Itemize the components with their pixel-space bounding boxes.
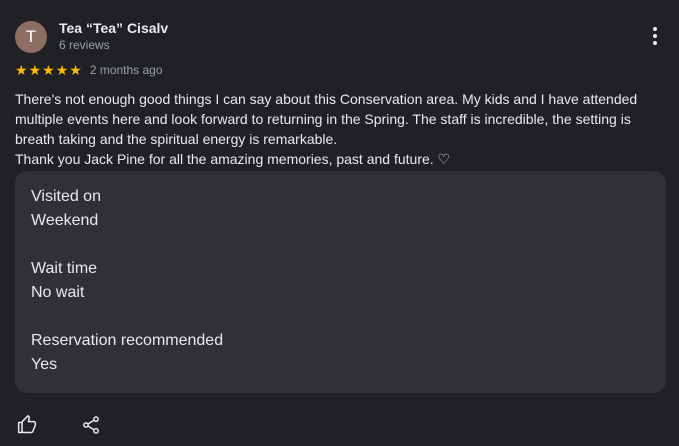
more-vert-icon: [653, 27, 657, 31]
review-card: T Tea “Tea” Cisalv 6 reviews ★ ★ ★ ★ ★ 2 mon…: [0, 0, 679, 446]
detail-reservation: Reservation recommended Yes: [31, 329, 650, 377]
review-header: T Tea “Tea” Cisalv 6 reviews: [15, 20, 168, 53]
star-icon: ★: [69, 62, 82, 78]
star-icon: ★: [28, 62, 42, 78]
rating-row: ★ ★ ★ ★ ★ 2 months ago: [15, 62, 163, 78]
author-info: Tea “Tea” Cisalv 6 reviews: [59, 20, 168, 53]
more-options-button[interactable]: [647, 24, 663, 48]
star-icon: ★: [55, 62, 69, 78]
detail-label: Reservation recommended: [31, 332, 224, 349]
detail-visited-on: Visited on Weekend: [31, 185, 650, 233]
detail-value: Weekend: [31, 212, 99, 229]
review-date: 2 months ago: [89, 63, 163, 77]
star-icon: ★: [15, 62, 28, 78]
share-icon: [83, 416, 99, 434]
like-button[interactable]: [16, 414, 38, 436]
thumb-up-icon: [17, 415, 37, 434]
avatar-initial: T: [25, 26, 37, 46]
review-actions: [16, 414, 102, 436]
more-vert-icon-dot: [653, 41, 657, 45]
visit-details-card: Visited on Weekend Wait time No wait Res…: [15, 171, 666, 393]
detail-value: Yes: [31, 356, 58, 373]
author-review-count: 6 reviews: [59, 38, 110, 52]
review-text-thanks: Thank you Jack Pine for all the amazing …: [15, 151, 451, 167]
star-icon: ★: [42, 62, 55, 78]
author-name[interactable]: Tea “Tea” Cisalv: [59, 20, 168, 36]
detail-label: Wait time: [31, 260, 98, 277]
avatar[interactable]: T: [15, 20, 47, 53]
review-text-paragraph: There's not enough good things I can say…: [15, 91, 638, 147]
star-rating: ★ ★ ★ ★ ★: [15, 62, 82, 78]
share-button[interactable]: [80, 414, 102, 436]
detail-value: No wait: [31, 284, 85, 301]
detail-label: Visited on: [31, 188, 101, 205]
review-text: There's not enough good things I can say…: [15, 89, 665, 169]
detail-wait-time: Wait time No wait: [31, 257, 650, 305]
more-vert-icon-dot: [653, 34, 657, 38]
